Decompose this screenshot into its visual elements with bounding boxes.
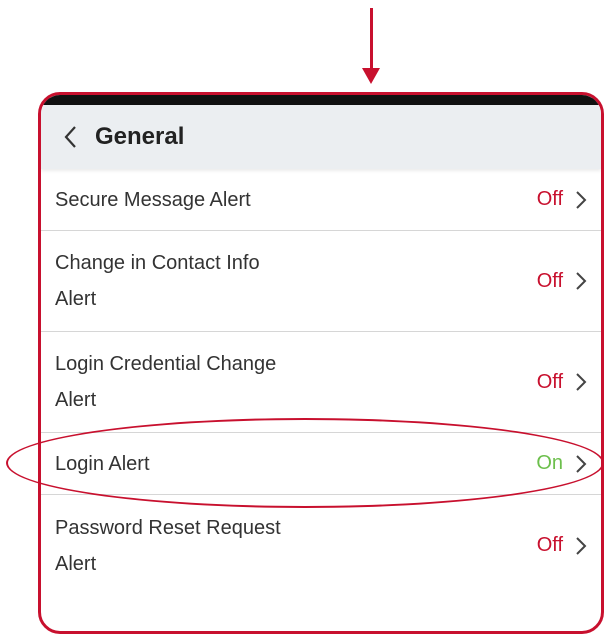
status-bar	[41, 95, 601, 105]
row-label: Login Alert	[55, 452, 150, 475]
chevron-right-icon	[575, 189, 589, 211]
list-item-login-credential-change-alert[interactable]: Login Credential Change Alert Off	[41, 332, 601, 433]
status-value: On	[536, 452, 563, 474]
row-label: Password Reset Request Alert	[55, 516, 281, 575]
callout-arrow-head	[362, 68, 380, 84]
alert-list: Secure Message Alert Off Change in Conta…	[41, 169, 601, 596]
status-value: Off	[536, 370, 563, 393]
chevron-left-icon[interactable]	[59, 122, 81, 152]
status-value: Off	[536, 534, 563, 556]
status-value: Off	[536, 188, 563, 210]
row-label: Login Credential Change Alert	[55, 353, 277, 411]
phone-screen-frame: General Secure Message Alert Off Change …	[38, 92, 604, 634]
page-title: General	[95, 123, 185, 150]
chevron-right-icon	[575, 453, 589, 475]
list-item-secure-message-alert[interactable]: Secure Message Alert Off	[41, 169, 601, 231]
list-item-password-reset-request-alert[interactable]: Password Reset Request Alert Off	[41, 495, 601, 596]
chevron-right-icon	[575, 535, 589, 557]
row-label: Change in Contact Info Alert	[55, 252, 260, 310]
row-label: Secure Message Alert	[55, 188, 251, 211]
chevron-right-icon	[575, 371, 589, 393]
list-item-change-in-contact-info-alert[interactable]: Change in Contact Info Alert Off	[41, 231, 601, 332]
callout-arrow-shaft	[370, 8, 373, 72]
list-item-login-alert[interactable]: Login Alert On	[41, 433, 601, 495]
status-value: Off	[536, 269, 563, 292]
chevron-right-icon	[575, 270, 589, 292]
app-header: General	[41, 105, 601, 169]
